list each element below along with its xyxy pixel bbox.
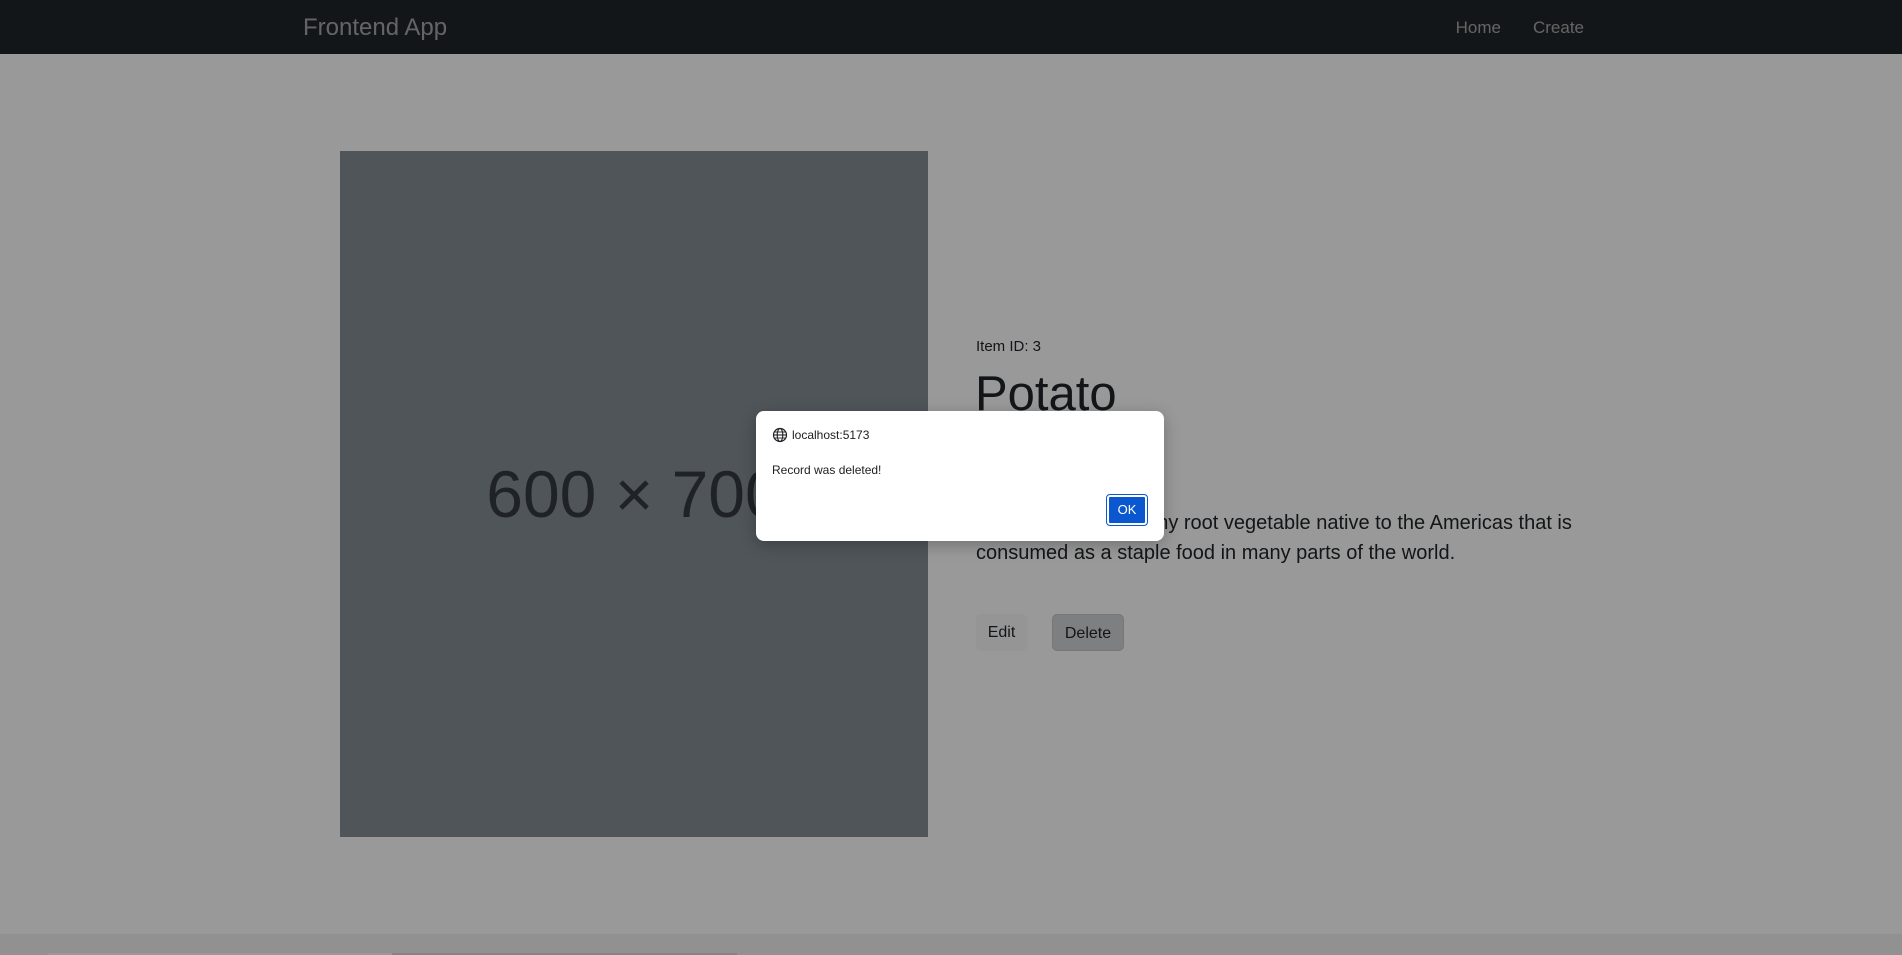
globe-icon — [772, 427, 788, 443]
dialog-header: localhost:5173 — [772, 427, 869, 443]
alert-dialog: localhost:5173 Record was deleted! OK — [756, 411, 1164, 541]
ok-button[interactable]: OK — [1106, 494, 1148, 526]
dialog-message: Record was deleted! — [772, 463, 882, 477]
dialog-origin: localhost:5173 — [792, 428, 870, 442]
